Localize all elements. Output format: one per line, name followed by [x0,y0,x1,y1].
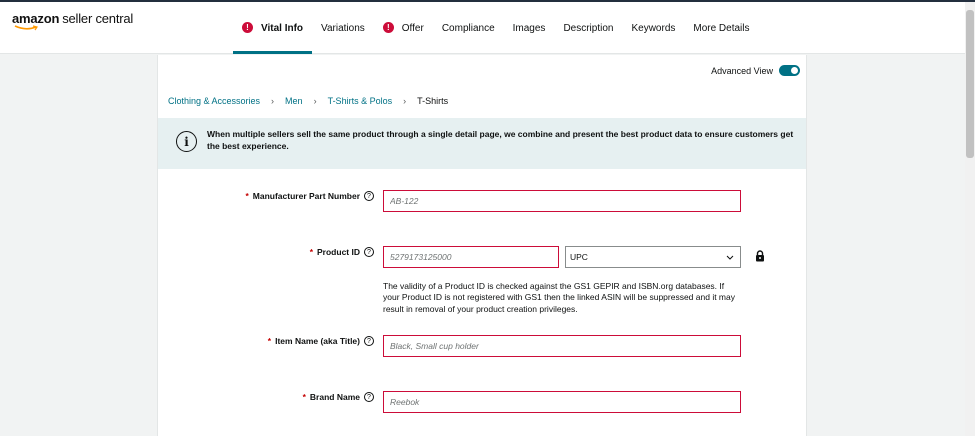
lock-icon [756,250,764,262]
alert-icon: ! [382,21,394,33]
product-id-type-value: UPC [570,252,588,262]
item-name-label: * Item Name (aka Title) ? [268,336,374,346]
tab-label: Variations [321,22,365,34]
tab-label: Compliance [441,22,495,34]
breadcrumb: Clothing & Accessories › Men › T-Shirts … [168,96,448,106]
tab-label: More Details [693,22,750,34]
tab-compliance[interactable]: Compliance [433,2,504,54]
product-id-input[interactable] [383,246,559,268]
brand-name-label: * Brand Name ? [303,392,374,402]
tab-label: Description [563,22,614,34]
tab-more-details[interactable]: More Details [684,2,758,54]
header: amazon seller central ! Vital Info Varia… [0,2,965,54]
manufacturer-part-number-input[interactable] [383,190,741,212]
breadcrumb-separator: › [271,96,275,106]
logo-seller-central: seller central [62,11,134,26]
tab-bar: ! Vital Info Variations ! Offer Complian… [233,2,759,54]
chevron-down-icon [726,255,734,260]
help-icon[interactable]: ? [364,247,374,257]
seller-central-logo[interactable]: amazon seller central [12,11,133,26]
field-label: Brand Name [309,392,360,402]
field-label: Manufacturer Part Number [252,191,360,201]
breadcrumb-clothing-accessories[interactable]: Clothing & Accessories [168,96,260,106]
info-text: When multiple sellers sell the same prod… [207,129,794,151]
required-mark: * [245,191,249,201]
form-panel: Advanced View Clothing & Accessories › M… [157,55,807,436]
brand-name-input[interactable] [383,391,741,413]
tab-label: Offer [401,22,424,34]
info-banner: i When multiple sellers sell the same pr… [158,118,806,169]
info-icon: i [176,131,197,152]
amazon-smile-icon [14,25,38,31]
logo-amazon: amazon [12,11,60,26]
tab-images[interactable]: Images [504,2,555,54]
field-label: Product ID [317,247,360,257]
required-mark: * [267,336,272,346]
product-id-type-select[interactable]: UPC [565,246,741,268]
item-name-input[interactable] [383,335,741,357]
tab-label: Vital Info [261,22,304,34]
breadcrumb-tshirts-polos[interactable]: T-Shirts & Polos [328,96,393,106]
breadcrumb-tshirts: T-Shirts [417,96,449,106]
breadcrumb-men[interactable]: Men [285,96,303,106]
product-id-note: The validity of a Product ID is checked … [383,281,735,314]
breadcrumb-separator: › [313,96,317,106]
required-mark: * [302,392,306,402]
tab-description[interactable]: Description [554,2,622,54]
product-id-label: * Product ID ? [310,247,374,257]
tab-label: Keywords [631,22,676,34]
advanced-view-label: Advanced View [711,65,773,76]
breadcrumb-separator: › [403,96,407,106]
tab-label: Images [512,22,546,34]
help-icon[interactable]: ? [364,191,374,201]
advanced-view-toggle[interactable] [779,65,800,76]
alert-icon: ! [242,21,253,33]
manufacturer-part-number-label: * Manufacturer Part Number ? [245,191,374,201]
required-mark: * [309,247,314,257]
tab-variations[interactable]: Variations [312,2,374,54]
tab-keywords[interactable]: Keywords [622,2,684,54]
advanced-view: Advanced View [711,65,800,76]
field-label: Item Name (aka Title) [275,336,360,346]
help-icon[interactable]: ? [364,336,374,346]
help-icon[interactable]: ? [364,392,374,402]
scrollbar-thumb[interactable] [966,10,974,158]
tab-offer[interactable]: ! Offer [374,2,433,54]
tab-vital-info[interactable]: ! Vital Info [233,2,313,54]
